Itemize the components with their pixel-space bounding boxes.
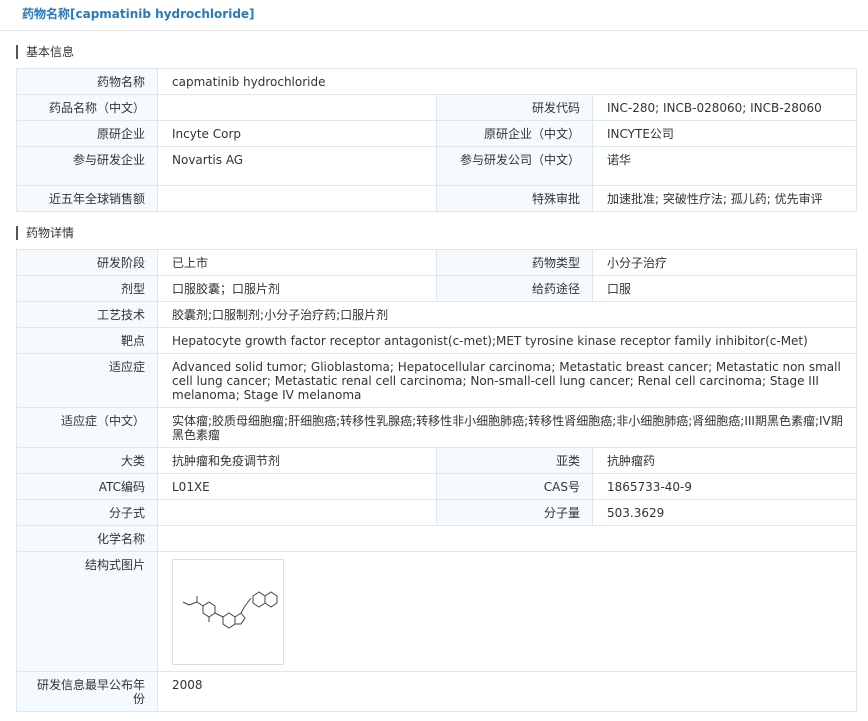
atc-value: L01XE: [157, 473, 437, 500]
target-value: Hepatocyte growth factor receptor antago…: [157, 327, 857, 354]
drug-type-value: 小分子治疗: [592, 249, 857, 276]
partner-label: 参与研发企业: [16, 146, 158, 186]
structure-label: 结构式图片: [16, 551, 158, 672]
mw-value: 503.3629: [592, 499, 857, 526]
cas-value: 1865733-40-9: [592, 473, 857, 500]
indication-label: 适应症: [16, 353, 158, 408]
sales-label: 近五年全球销售额: [16, 185, 158, 212]
structure-image[interactable]: [172, 559, 284, 665]
drug-name-label: 药物名称: [16, 68, 158, 95]
table-row: 大类 抗肿瘤和免疫调节剂 亚类 抗肿瘤药: [16, 447, 857, 474]
orig-company-cn-label: 原研企业（中文）: [436, 120, 593, 147]
table-row: 参与研发企业 Novartis AG 参与研发公司（中文） 诺华: [16, 146, 858, 186]
chem-name-label: 化学名称: [16, 525, 158, 552]
table-row: 靶点 Hepatocyte growth factor receptor ant…: [16, 327, 857, 354]
code-label: 研发代码: [436, 94, 593, 121]
indication-value: Advanced solid tumor; Glioblastoma; Hepa…: [157, 353, 857, 408]
page-title: 药物名称[capmatinib hydrochloride]: [0, 0, 868, 31]
cn-name-value: [157, 94, 437, 121]
technology-value: 胶囊剂;口服制剂;小分子治疗药;口服片剂: [157, 301, 857, 328]
table-row: 化学名称: [16, 525, 857, 552]
formula-value: [157, 499, 437, 526]
table-row: 药品名称（中文） 研发代码 INC-280; INCB-028060; INCB…: [16, 94, 858, 121]
table-row: 工艺技术 胶囊剂;口服制剂;小分子治疗药;口服片剂: [16, 301, 857, 328]
drug-type-label: 药物类型: [436, 249, 593, 276]
orig-company-label: 原研企业: [16, 120, 158, 147]
subclass-value: 抗肿瘤药: [592, 447, 857, 474]
orig-company-value: Incyte Corp: [157, 120, 437, 147]
chem-name-value: [157, 525, 857, 552]
year-value: 2008: [157, 671, 857, 712]
phase-label: 研发阶段: [16, 249, 158, 276]
table-row: ATC编码 L01XE CAS号 1865733-40-9: [16, 473, 857, 500]
special-approval-value: 加速批准; 突破性疗法; 孤儿药; 优先审评: [591, 185, 858, 212]
partner-value: Novartis AG: [157, 146, 437, 186]
special-approval-label: 特殊审批: [436, 185, 593, 212]
table-row: 适应症 Advanced solid tumor; Glioblastoma; …: [16, 353, 857, 408]
year-label: 研发信息最早公布年份: [16, 671, 158, 712]
section-basic-info: 基本信息: [16, 45, 868, 59]
technology-label: 工艺技术: [16, 301, 158, 328]
dosage-form-value: 口服胶囊；口服片剂: [157, 275, 437, 302]
structure-cell: [157, 551, 857, 672]
molecule-drawing: [182, 591, 278, 629]
table-row: 研发信息最早公布年份 2008: [16, 671, 857, 712]
indication-cn-value: 实体瘤;胶质母细胞瘤;肝细胞癌;转移性乳腺癌;转移性非小细胞肺癌;转移性肾细胞癌…: [157, 407, 857, 448]
table-row: 结构式图片: [16, 551, 857, 672]
table-row: 适应症（中文） 实体瘤;胶质母细胞瘤;肝细胞癌;转移性乳腺癌;转移性非小细胞肺癌…: [16, 407, 857, 448]
table-row: 原研企业 Incyte Corp 原研企业（中文） INCYTE公司: [16, 120, 858, 147]
cas-label: CAS号: [436, 473, 593, 500]
mw-label: 分子量: [436, 499, 593, 526]
table-row: 研发阶段 已上市 药物类型 小分子治疗: [16, 249, 857, 276]
formula-label: 分子式: [16, 499, 158, 526]
sales-value: [157, 185, 437, 212]
orig-company-cn-value: INCYTE公司: [591, 120, 858, 147]
table-row: 分子式 分子量 503.3629: [16, 499, 857, 526]
class-value: 抗肿瘤和免疫调节剂: [157, 447, 437, 474]
phase-value: 已上市: [157, 249, 437, 276]
drug-name-value: capmatinib hydrochloride: [156, 68, 858, 95]
route-label: 给药途径: [436, 275, 593, 302]
basic-info-table: 药物名称 capmatinib hydrochloride 药品名称（中文） 研…: [16, 68, 858, 212]
class-label: 大类: [16, 447, 158, 474]
table-row: 剂型 口服胶囊；口服片剂 给药途径 口服: [16, 275, 857, 302]
route-value: 口服: [592, 275, 857, 302]
code-value: INC-280; INCB-028060; INCB-28060: [591, 94, 858, 121]
partner-cn-label: 参与研发公司（中文）: [436, 146, 593, 186]
table-row: 近五年全球销售额 特殊审批 加速批准; 突破性疗法; 孤儿药; 优先审评: [16, 185, 858, 212]
indication-cn-label: 适应症（中文）: [16, 407, 158, 448]
subclass-label: 亚类: [436, 447, 593, 474]
atc-label: ATC编码: [16, 473, 158, 500]
cn-name-label: 药品名称（中文）: [16, 94, 158, 121]
section-drug-detail: 药物详情: [16, 226, 868, 240]
target-label: 靶点: [16, 327, 158, 354]
dosage-form-label: 剂型: [16, 275, 158, 302]
partner-cn-value: 诺华: [591, 146, 858, 186]
table-row: 药物名称 capmatinib hydrochloride: [16, 68, 858, 95]
drug-detail-table: 研发阶段 已上市 药物类型 小分子治疗 剂型 口服胶囊；口服片剂 给药途径 口服…: [16, 249, 857, 712]
